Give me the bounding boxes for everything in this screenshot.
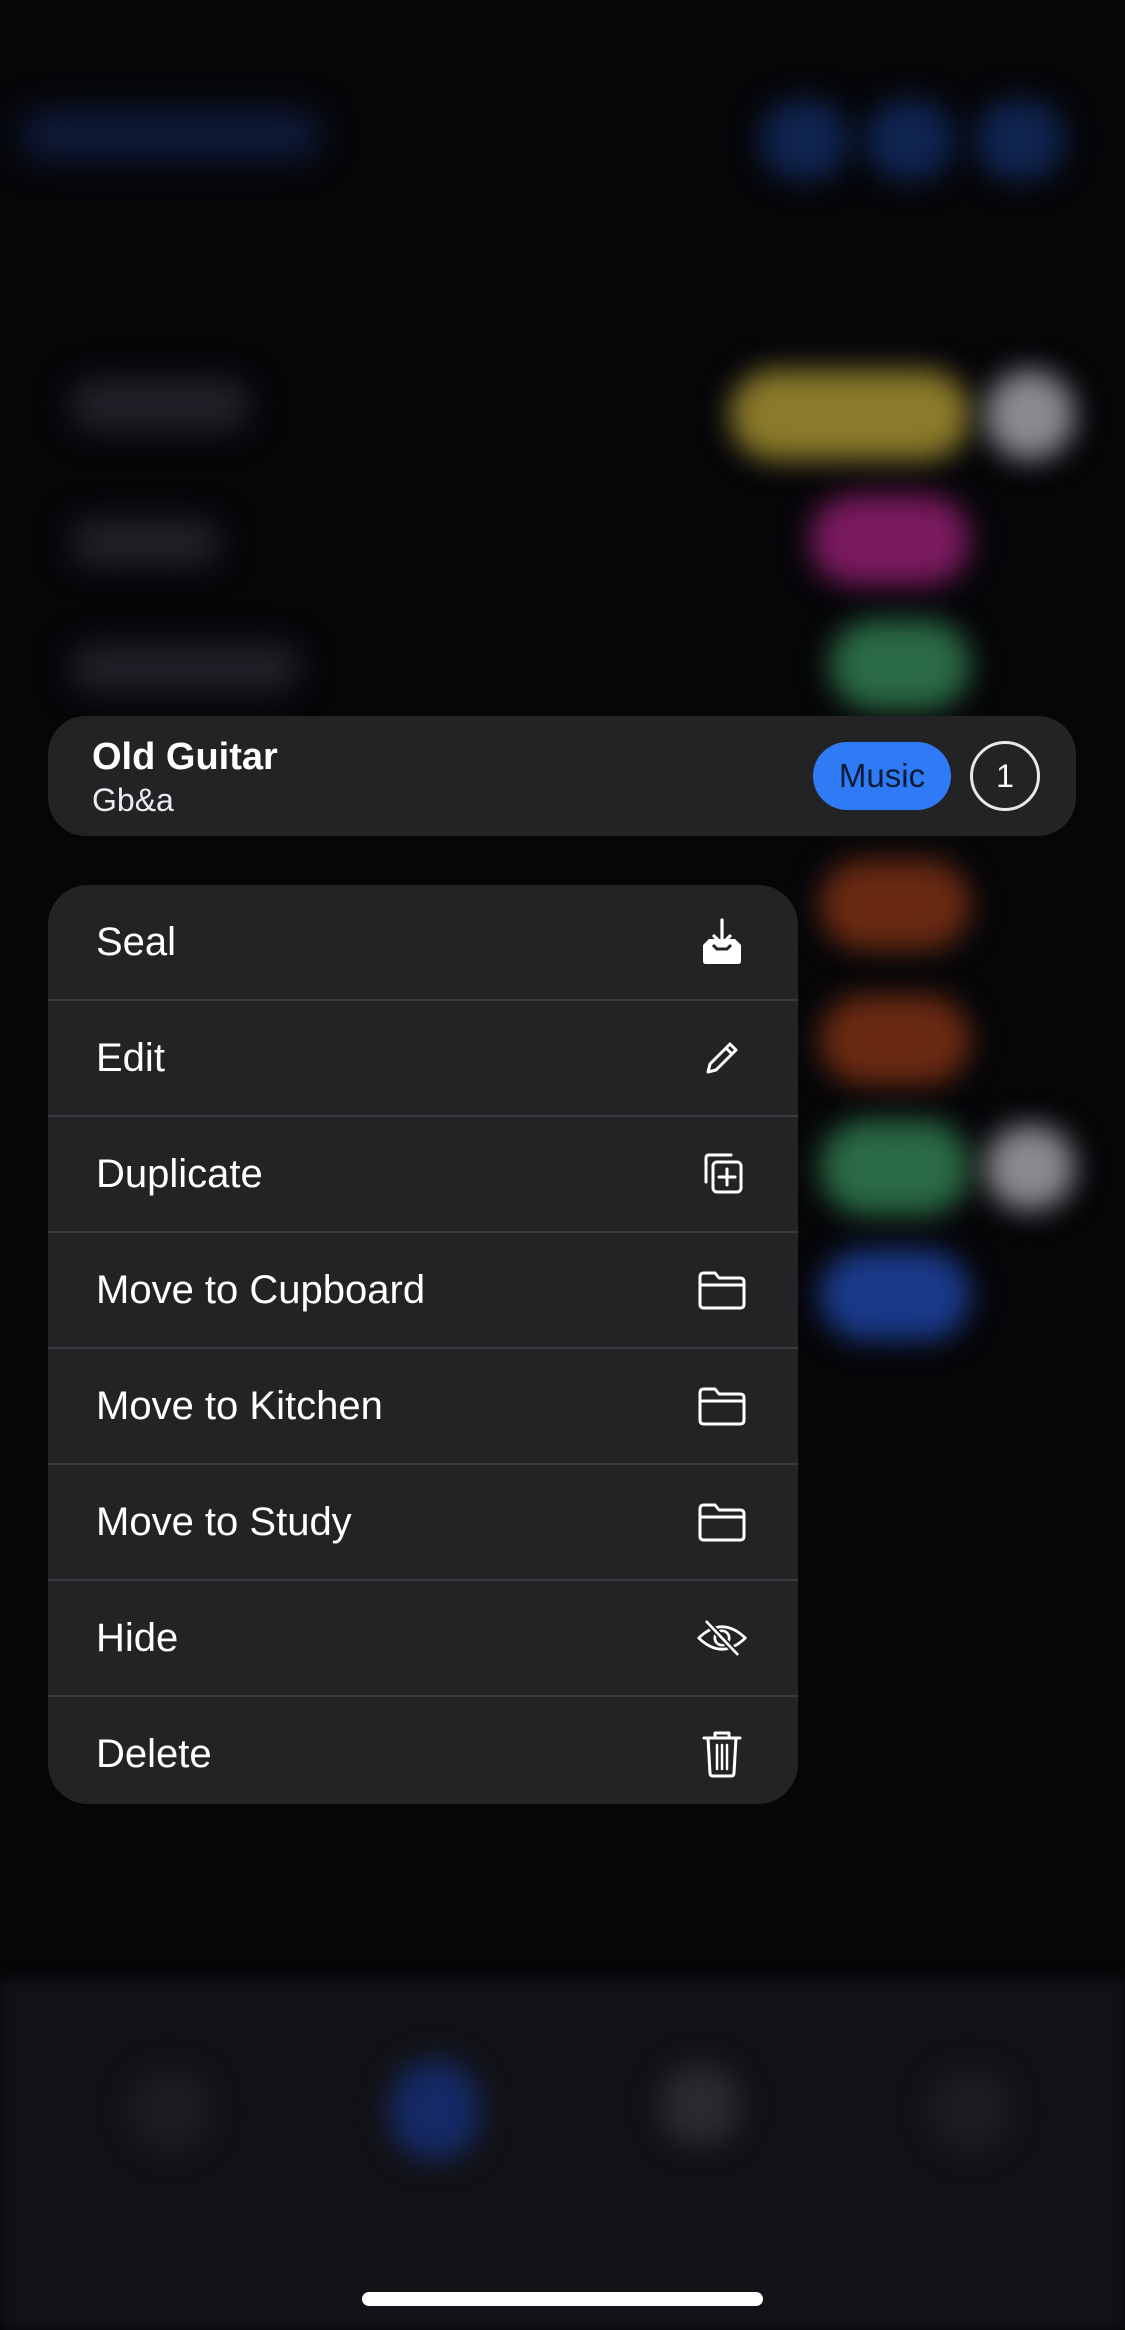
menu-item-label: Seal [96, 919, 177, 964]
menu-item-move-to-study[interactable]: Move to Study [48, 1465, 798, 1579]
folder-icon [696, 1380, 748, 1432]
home-indicator[interactable] [362, 2292, 763, 2306]
tray-download-icon [696, 916, 748, 968]
menu-item-label: Move to Study [96, 1499, 352, 1544]
quantity-badge: 1 [970, 741, 1040, 811]
menu-item-label: Edit [96, 1035, 165, 1080]
menu-item-move-to-kitchen[interactable]: Move to Kitchen [48, 1349, 798, 1463]
menu-item-duplicate[interactable]: Duplicate [48, 1117, 798, 1231]
menu-item-label: Delete [96, 1731, 212, 1776]
eye-slash-icon [696, 1612, 748, 1664]
category-tag: Music [813, 742, 951, 810]
duplicate-plus-icon [696, 1148, 748, 1200]
trash-icon [696, 1728, 748, 1780]
item-preview-card[interactable]: Old Guitar Gb&a Music 1 [48, 716, 1076, 836]
menu-item-label: Hide [96, 1615, 179, 1660]
folder-icon [696, 1496, 748, 1548]
context-menu: Seal Edit Duplicate Move to Cupboard Mov… [48, 885, 798, 1804]
pencil-icon [696, 1032, 748, 1084]
folder-icon [696, 1264, 748, 1316]
item-subtitle: Gb&a [92, 782, 174, 818]
item-title: Old Guitar [92, 736, 278, 778]
menu-item-hide[interactable]: Hide [48, 1581, 798, 1695]
menu-item-label: Move to Cupboard [96, 1267, 426, 1312]
menu-item-edit[interactable]: Edit [48, 1001, 798, 1115]
menu-item-delete[interactable]: Delete [48, 1697, 798, 1804]
menu-item-label: Move to Kitchen [96, 1383, 383, 1428]
menu-item-seal[interactable]: Seal [48, 885, 798, 999]
menu-item-label: Duplicate [96, 1151, 263, 1196]
menu-item-move-to-cupboard[interactable]: Move to Cupboard [48, 1233, 798, 1347]
